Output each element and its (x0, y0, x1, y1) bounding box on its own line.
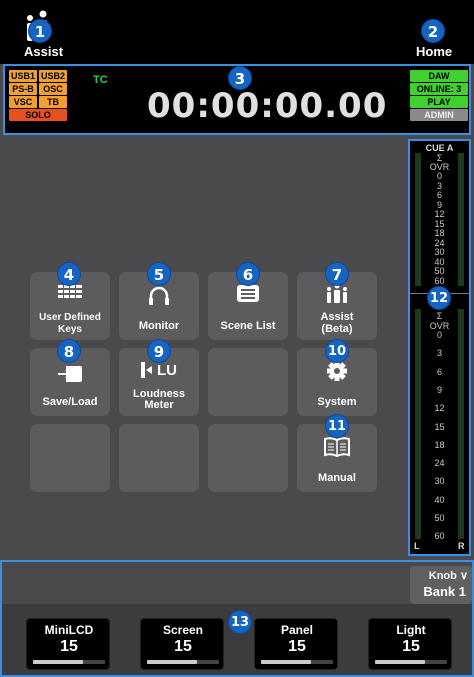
assist-beta-label-1: Assist (320, 311, 354, 323)
scene-list-label: Scene List (220, 320, 276, 332)
monitor-label: Monitor (138, 320, 180, 332)
cue-meter-left-bar (415, 153, 421, 286)
knob-level-fill (261, 660, 312, 664)
callout-11: 11 (325, 414, 349, 438)
status-tag: ONLINE: 3 (410, 83, 468, 95)
knob-name: MiniLCD (44, 623, 94, 637)
st-meter-left-bar (415, 309, 421, 539)
knob-bank-selector[interactable]: Knob ∨ Bank 1 (410, 566, 472, 604)
callout-13: 13 (228, 610, 252, 634)
knob-level-track (261, 660, 333, 664)
status-tag: USB2 (39, 70, 67, 82)
knob-value: 15 (402, 638, 420, 655)
lu-glyph: LU (157, 362, 177, 379)
knob-value: 15 (174, 638, 192, 655)
home-label: Home (416, 44, 453, 59)
knob-label: Knob ∨ (428, 570, 468, 582)
status-tag: DAW (410, 70, 468, 82)
manual-label: Manual (318, 472, 356, 484)
status-tag: OSC (39, 83, 67, 95)
knob-level-track (33, 660, 105, 664)
tc-label: TC (93, 74, 108, 86)
callout-12: 12 (427, 286, 451, 310)
bottom-upper-area (2, 562, 472, 604)
callout-8: 8 (57, 339, 81, 363)
timecode-display: 00:00:00.00 (147, 86, 388, 126)
keypad-icon (58, 285, 82, 298)
status-tag: TB (39, 96, 67, 108)
callout-1: 1 (28, 19, 52, 43)
status-tag: PLAY (410, 96, 468, 108)
status-tag: ADMIN (410, 109, 468, 121)
callout-3: 3 (228, 66, 252, 90)
top-bar: Assist Home (0, 0, 474, 64)
status-tag: PS-B (9, 83, 37, 95)
st-meter-right-bar (458, 309, 464, 539)
knob-level-fill (147, 660, 198, 664)
loudness-meter-label-2: Meter (144, 399, 174, 411)
book-icon (324, 437, 350, 458)
system-label: System (317, 396, 357, 408)
knob-name: Panel (280, 623, 313, 637)
save-load-label: Save/Load (42, 396, 98, 408)
assist-beta-label-2: (Beta) (321, 323, 353, 335)
meter-right-label: R (458, 541, 465, 551)
cue-meter-right-bar (458, 153, 464, 286)
knob-name: Light (396, 623, 426, 637)
knob-level-fill (375, 660, 426, 664)
status-tag: USB1 (9, 70, 37, 82)
empty-tile (119, 424, 199, 492)
knob-level-track (375, 660, 447, 664)
knob-screen[interactable]: Screen 15 (140, 618, 224, 670)
empty-tile (208, 348, 288, 416)
empty-tile (30, 424, 110, 492)
meter-left-label: L (414, 541, 420, 551)
knob-light[interactable]: Light 15 (368, 618, 452, 670)
save-load-icon (58, 366, 82, 382)
chevron-down-icon: ∨ (459, 570, 468, 582)
callout-2: 2 (421, 19, 445, 43)
meter-panel[interactable]: CUE A Σ OVR 03691215182430405060 ST A Σ … (408, 139, 471, 556)
headphones-icon (149, 286, 169, 305)
callout-10: 10 (325, 339, 349, 363)
knob-level-fill (33, 660, 84, 664)
knob-value: 15 (288, 638, 306, 655)
callout-5: 5 (147, 262, 171, 286)
callout-9: 9 (147, 339, 171, 363)
status-tag: SOLO (9, 109, 67, 121)
callout-4: 4 (57, 262, 81, 286)
cue-meter-title: CUE A (425, 143, 454, 153)
callout-6: 6 (236, 262, 260, 286)
status-tag: VSC (9, 96, 37, 108)
empty-tile (208, 424, 288, 492)
user-defined-keys-label: User Defined Keys (39, 312, 101, 335)
bank-label: Bank 1 (423, 584, 466, 599)
knob-panel[interactable]: Panel 15 (254, 618, 338, 670)
knob-level-track (147, 660, 219, 664)
assist-label: Assist (24, 44, 64, 59)
knob-name: Screen (162, 623, 204, 637)
callout-7: 7 (325, 262, 349, 286)
list-icon (237, 285, 259, 302)
knob-minilcd[interactable]: MiniLCD 15 (26, 618, 110, 670)
knob-value: 15 (60, 638, 78, 655)
